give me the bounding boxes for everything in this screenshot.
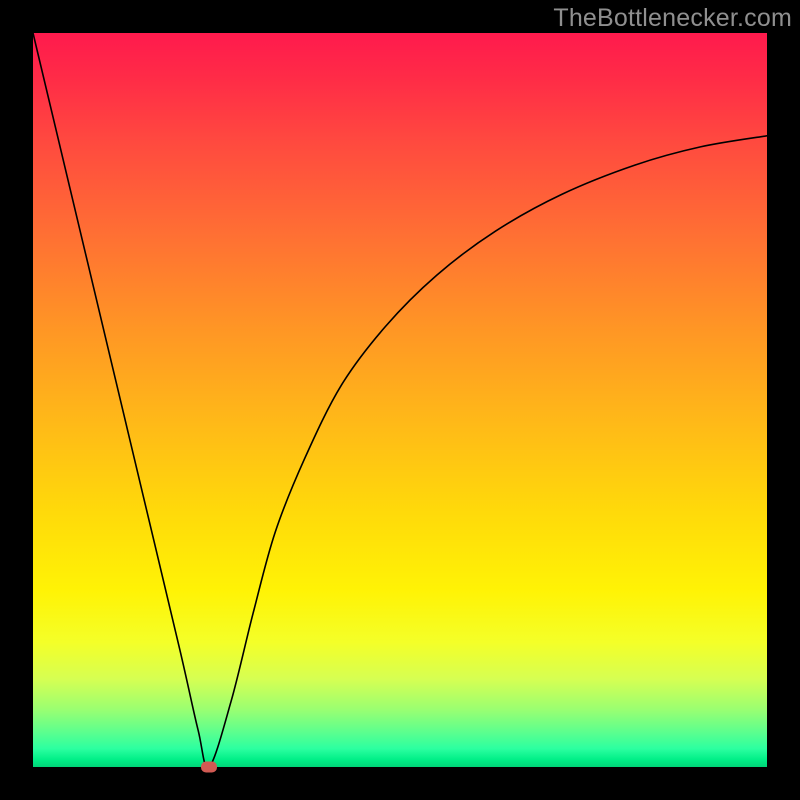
chart-frame: TheBottlenecker.com: [0, 0, 800, 800]
plot-area: [33, 33, 767, 767]
min-marker: [201, 762, 217, 773]
bottleneck-curve: [33, 33, 767, 767]
watermark-text: TheBottlenecker.com: [553, 4, 792, 33]
